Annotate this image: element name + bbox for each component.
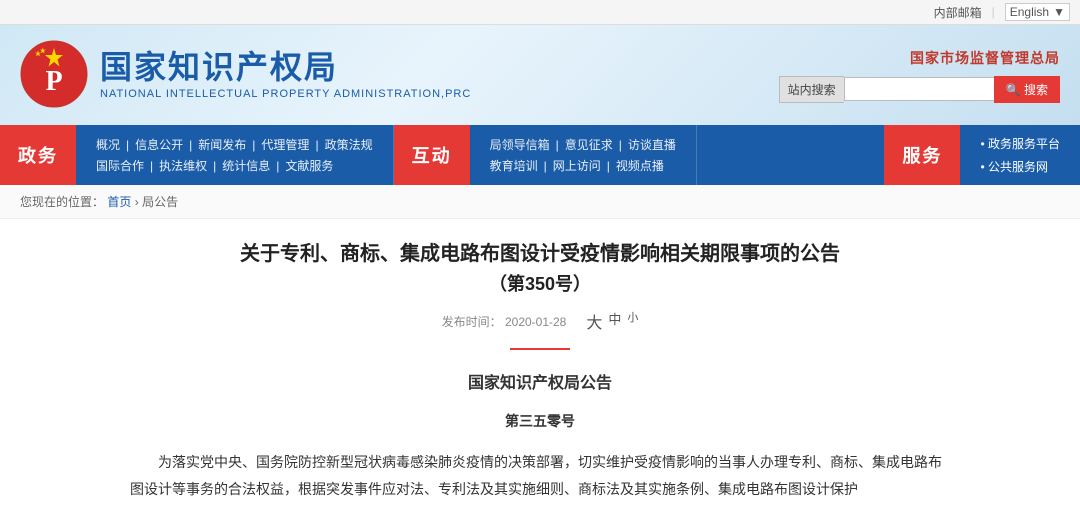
nav-row-interactive-2: 教育培训 | 网上访问 | 视频点播 — [490, 157, 676, 174]
breadcrumb-current: 局公告 — [142, 195, 178, 209]
publish-date: 发布时间： 2020-01-28 — [442, 313, 567, 330]
nav-link-video[interactable]: 视频点播 — [616, 157, 664, 174]
nav-content-interactive: 局领导信箱 | 意见征求 | 访谈直播 教育培训 | 网上访问 | 视频点播 — [470, 125, 697, 185]
nav-link-opinion[interactable]: 意见征求 — [565, 136, 613, 153]
breadcrumb: 您现在的位置： 首页 › 局公告 — [0, 185, 1080, 219]
nav-link-policy[interactable]: 政策法规 — [325, 136, 373, 153]
internal-mail-link[interactable]: 内部邮箱 — [934, 4, 982, 21]
nav-item-interactive: 互动 局领导信箱 | 意见征求 | 访谈直播 教育培训 | 网上访问 | 视频点… — [394, 125, 697, 185]
topbar-divider: | — [992, 5, 995, 19]
font-large-btn[interactable]: 大 — [586, 309, 602, 333]
font-size-controls: 大 中 小 — [586, 309, 638, 333]
nav-link-education[interactable]: 教育培训 — [490, 157, 538, 174]
logo-en-text: NATIONAL INTELLECTUAL PROPERTY ADMINISTR… — [100, 88, 471, 100]
nav-row-interactive-1: 局领导信箱 | 意见征求 | 访谈直播 — [490, 136, 676, 153]
article-body-subtitle: 第三五零号 — [130, 409, 950, 434]
nav-link-public-service[interactable]: 公共服务网 — [980, 158, 1060, 175]
search-input[interactable] — [844, 77, 994, 101]
article-meta: 发布时间： 2020-01-28 大 中 小 — [130, 309, 950, 333]
logo-cn-text: 国家知识产权局 — [100, 50, 471, 85]
language-selector[interactable]: English ▼ — [1005, 3, 1070, 21]
nav-link-interview[interactable]: 访谈直播 — [628, 136, 676, 153]
nav-link-online-visit[interactable]: 网上访问 — [553, 157, 601, 174]
nav-link-overview[interactable]: 概况 — [96, 136, 120, 153]
article-title: 关于专利、商标、集成电路布图设计受疫情影响相关期限事项的公告 （第350号） — [130, 239, 950, 299]
gov-agency-text: 国家市场监督管理总局 — [910, 48, 1060, 68]
nav-label-service[interactable]: 服务 — [884, 125, 960, 185]
search-button[interactable]: 🔍 搜索 — [994, 76, 1060, 103]
nav-row-politics-2: 国际合作 | 执法维权 | 统计信息 | 文献服务 — [96, 157, 373, 174]
nav-link-docs[interactable]: 文献服务 — [285, 157, 333, 174]
article-body-title: 国家知识产权局公告 — [130, 370, 950, 399]
nav-item-service: 服务 政务服务平台 公共服务网 — [884, 125, 1080, 185]
logo-text-area: 国家知识产权局 NATIONAL INTELLECTUAL PROPERTY A… — [100, 50, 471, 99]
search-icon: 🔍 — [1006, 83, 1021, 97]
top-bar: 内部邮箱 | English ▼ — [0, 0, 1080, 25]
nav-label-interactive[interactable]: 互动 — [394, 125, 470, 185]
chevron-down-icon: ▼ — [1053, 5, 1065, 19]
search-button-label: 搜索 — [1024, 83, 1048, 97]
nav-link-intl[interactable]: 国际合作 — [96, 157, 144, 174]
nav-row-politics-1: 概况 | 信息公开 | 新闻发布 | 代理管理 | 政策法规 — [96, 136, 373, 153]
header-right: 国家市场监督管理总局 站内搜索 🔍 搜索 — [779, 48, 1060, 103]
breadcrumb-home[interactable]: 首页 — [107, 195, 131, 209]
nav-link-agent[interactable]: 代理管理 — [261, 136, 309, 153]
nav-bar: 政务 概况 | 信息公开 | 新闻发布 | 代理管理 | 政策法规 国际合作 |… — [0, 125, 1080, 185]
article-divider — [510, 348, 570, 350]
content-area: 关于专利、商标、集成电路布图设计受疫情影响相关期限事项的公告 （第350号） 发… — [90, 219, 990, 532]
article-body: 国家知识产权局公告 第三五零号 为落实党中央、国务院防控新型冠状病毒感染肺炎疫情… — [130, 370, 950, 502]
svg-text:P: P — [45, 66, 62, 97]
nav-link-stats[interactable]: 统计信息 — [222, 157, 270, 174]
font-small-btn[interactable]: 小 — [627, 309, 638, 333]
nav-link-enforce[interactable]: 执法维权 — [159, 157, 207, 174]
breadcrumb-sep: › — [135, 195, 142, 209]
header: P 国家知识产权局 NATIONAL INTELLECTUAL PROPERTY… — [0, 25, 1080, 125]
nav-link-info[interactable]: 信息公开 — [135, 136, 183, 153]
search-label: 站内搜索 — [779, 76, 844, 103]
nav-link-news[interactable]: 新闻发布 — [198, 136, 246, 153]
font-medium-btn[interactable]: 中 — [608, 309, 621, 333]
nav-content-service: 政务服务平台 公共服务网 — [960, 125, 1080, 185]
nav-content-politics: 概况 | 信息公开 | 新闻发布 | 代理管理 | 政策法规 国际合作 | 执法… — [76, 125, 394, 185]
nav-item-politics: 政务 概况 | 信息公开 | 新闻发布 | 代理管理 | 政策法规 国际合作 |… — [0, 125, 394, 185]
language-label: English — [1010, 5, 1049, 19]
nav-link-gov-service[interactable]: 政务服务平台 — [980, 135, 1060, 152]
breadcrumb-prefix: 您现在的位置： — [20, 195, 104, 209]
article-paragraph-1: 为落实党中央、国务院防控新型冠状病毒感染肺炎疫情的决策部署，切实维护受疫情影响的… — [130, 449, 950, 502]
logo-emblem: P — [20, 40, 90, 110]
search-box: 站内搜索 🔍 搜索 — [779, 76, 1060, 103]
logo-area: P 国家知识产权局 NATIONAL INTELLECTUAL PROPERTY… — [20, 40, 779, 110]
nav-link-mailbox[interactable]: 局领导信箱 — [490, 136, 550, 153]
nav-label-politics[interactable]: 政务 — [0, 125, 76, 185]
